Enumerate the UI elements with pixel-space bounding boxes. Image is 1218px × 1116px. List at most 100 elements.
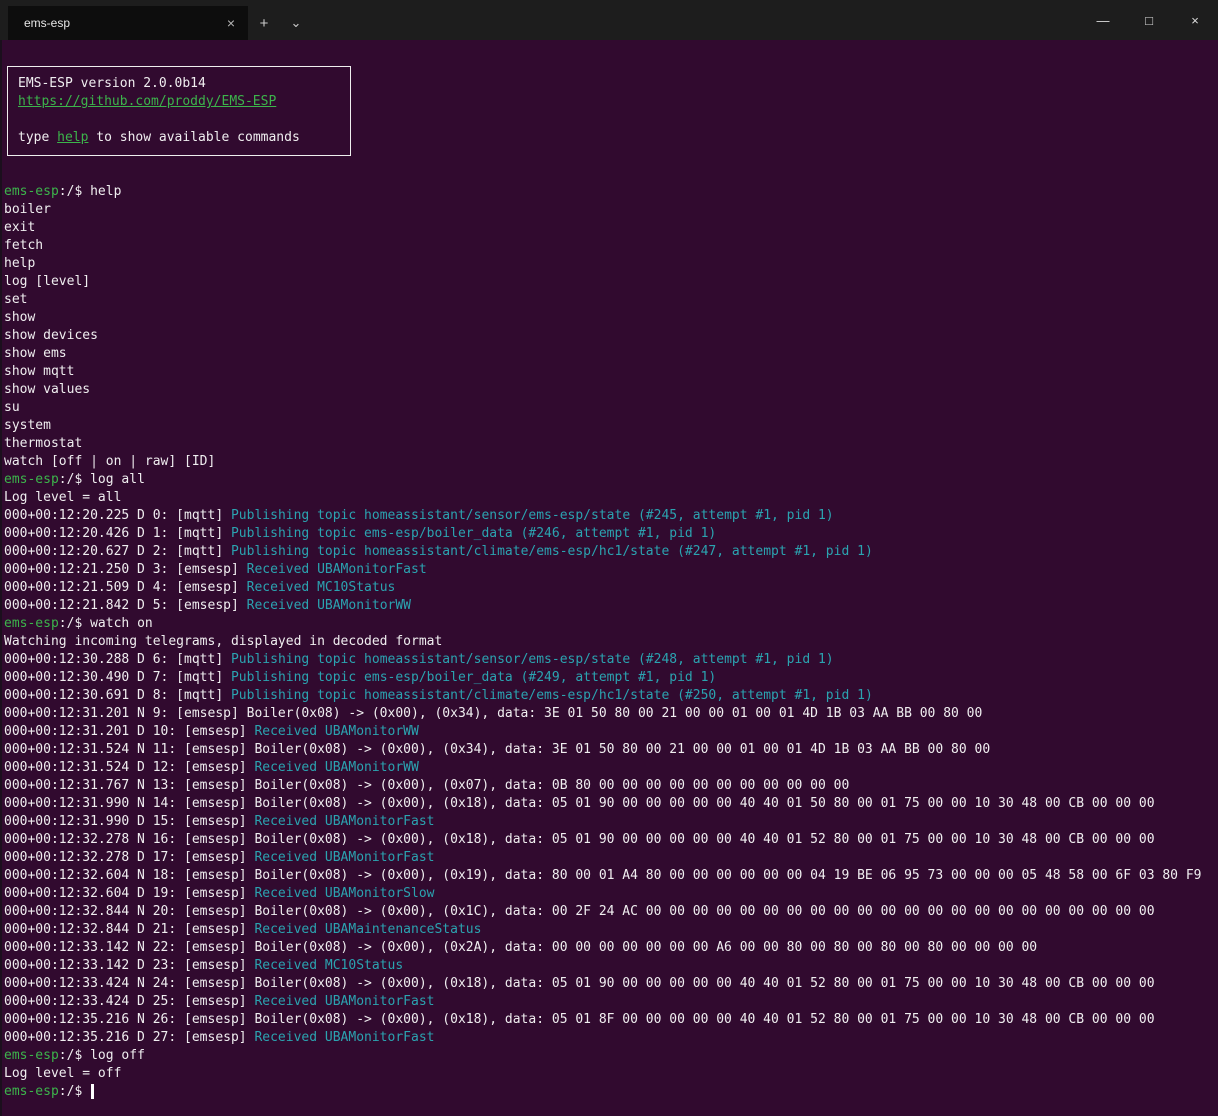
terminal-line: 000+00:12:31.201 D 10: [emsesp] Received… — [4, 723, 1218, 741]
new-tab-button[interactable]: + — [248, 6, 280, 40]
terminal-line: show mqtt — [4, 363, 1218, 381]
terminal-text-segment: 000+00:12:32.604 N 18: [emsesp] Boiler(0… — [4, 868, 1201, 883]
terminal-line: Watching incoming telegrams, displayed i… — [4, 633, 1218, 651]
terminal-screen[interactable]: EMS-ESP version 2.0.0b14 https://github.… — [0, 40, 1218, 1116]
terminal-text-segment: 000+00:12:32.278 N 16: [emsesp] Boiler(0… — [4, 832, 1155, 847]
terminal-line: 000+00:12:33.142 N 22: [emsesp] Boiler(0… — [4, 939, 1218, 957]
terminal-line: Log level = all — [4, 489, 1218, 507]
terminal-text-segment: 000+00:12:21.509 D 4: [emsesp] — [4, 580, 247, 595]
terminal-line: show devices — [4, 327, 1218, 345]
terminal-text-segment: Received UBAMonitorFast — [247, 562, 427, 577]
terminal-text-segment: set — [4, 292, 27, 307]
terminal-line: 000+00:12:31.990 D 15: [emsesp] Received… — [4, 813, 1218, 831]
terminal-text-segment: 000+00:12:31.201 N 9: [emsesp] Boiler(0x… — [4, 706, 982, 721]
terminal-line: show ems — [4, 345, 1218, 363]
minimize-icon: — — [1097, 13, 1110, 28]
terminal-line: 000+00:12:20.627 D 2: [mqtt] Publishing … — [4, 543, 1218, 561]
terminal-text-segment: show mqtt — [4, 364, 74, 379]
terminal-line: thermostat — [4, 435, 1218, 453]
terminal-text-segment: :/$ log off — [59, 1048, 145, 1063]
terminal-text-segment: 000+00:12:21.842 D 5: [emsesp] — [4, 598, 247, 613]
terminal-line: 000+00:12:31.990 N 14: [emsesp] Boiler(0… — [4, 795, 1218, 813]
terminal-text-segment: watch [off | on | raw] [ID] — [4, 454, 215, 469]
terminal-text-segment: 000+00:12:30.691 D 8: [mqtt] — [4, 688, 231, 703]
terminal-text-segment: boiler — [4, 202, 51, 217]
terminal-line: watch [off | on | raw] [ID] — [4, 453, 1218, 471]
terminal-line: 000+00:12:20.225 D 0: [mqtt] Publishing … — [4, 507, 1218, 525]
terminal-text-segment: Received UBAMonitorFast — [254, 850, 434, 865]
terminal-line: 000+00:12:20.426 D 1: [mqtt] Publishing … — [4, 525, 1218, 543]
terminal-line: 000+00:12:32.844 N 20: [emsesp] Boiler(0… — [4, 903, 1218, 921]
terminal-line: 000+00:12:31.201 N 9: [emsesp] Boiler(0x… — [4, 705, 1218, 723]
terminal-text-segment: 000+00:12:32.844 N 20: [emsesp] Boiler(0… — [4, 904, 1155, 919]
terminal-text-segment: log [level] — [4, 274, 90, 289]
terminal-line: boiler — [4, 201, 1218, 219]
terminal-text-segment: :/$ help — [59, 184, 122, 199]
terminal-text-segment: show values — [4, 382, 90, 397]
terminal-text-segment: :/$ log all — [59, 472, 145, 487]
terminal-text-segment: fetch — [4, 238, 43, 253]
terminal-text-segment: help — [4, 256, 35, 271]
terminal-text-segment: system — [4, 418, 51, 433]
terminal-line: 000+00:12:32.604 D 19: [emsesp] Received… — [4, 885, 1218, 903]
terminal-line: 000+00:12:31.524 N 11: [emsesp] Boiler(0… — [4, 741, 1218, 759]
terminal-line: 000+00:12:35.216 N 26: [emsesp] Boiler(0… — [4, 1011, 1218, 1029]
terminal-text-segment: 000+00:12:31.524 N 11: [emsesp] Boiler(0… — [4, 742, 990, 757]
terminal-line: 000+00:12:33.142 D 23: [emsesp] Received… — [4, 957, 1218, 975]
terminal-text-segment: 000+00:12:31.524 D 12: [emsesp] — [4, 760, 254, 775]
terminal-text-segment: Received UBAMonitorSlow — [254, 886, 434, 901]
tab-close-icon[interactable]: × — [220, 12, 242, 34]
terminal-text-segment: Received MC10Status — [254, 958, 403, 973]
terminal-line: 000+00:12:30.691 D 8: [mqtt] Publishing … — [4, 687, 1218, 705]
terminal-line: 000+00:12:33.424 D 25: [emsesp] Received… — [4, 993, 1218, 1011]
terminal-text-segment: 000+00:12:35.216 N 26: [emsesp] Boiler(0… — [4, 1012, 1155, 1027]
terminal-line: Log level = off — [4, 1065, 1218, 1083]
terminal-text-segment: Received UBAMonitorWW — [247, 598, 411, 613]
close-button[interactable]: × — [1172, 0, 1218, 40]
tab-title: ems-esp — [24, 16, 220, 30]
terminal-text-segment: Received UBAMonitorFast — [254, 814, 434, 829]
terminal-text-segment: ems-esp — [4, 616, 59, 631]
minimize-button[interactable]: — — [1080, 0, 1126, 40]
terminal-line: 000+00:12:30.490 D 7: [mqtt] Publishing … — [4, 669, 1218, 687]
terminal-line: log [level] — [4, 273, 1218, 291]
terminal-text-segment: thermostat — [4, 436, 82, 451]
text-cursor — [91, 1084, 94, 1099]
terminal-line: 000+00:12:32.278 D 17: [emsesp] Received… — [4, 849, 1218, 867]
terminal-text-segment: 000+00:12:33.142 N 22: [emsesp] Boiler(0… — [4, 940, 1037, 955]
terminal-text-segment: 000+00:12:20.426 D 1: [mqtt] — [4, 526, 231, 541]
terminal-text-segment: Log level = all — [4, 490, 121, 505]
terminal-line: ems-esp:/$ watch on — [4, 615, 1218, 633]
terminal-text-segment: ems-esp — [4, 1084, 59, 1099]
terminal-text-segment: 000+00:12:35.216 D 27: [emsesp] — [4, 1030, 254, 1045]
terminal-line: fetch — [4, 237, 1218, 255]
terminal-text-segment: Watching incoming telegrams, displayed i… — [4, 634, 442, 649]
banner-version: EMS-ESP version 2.0.0b14 — [18, 75, 340, 93]
tab-dropdown-button[interactable]: ⌄ — [280, 6, 312, 40]
banner-blank-line — [18, 111, 340, 129]
terminal-text-segment: show — [4, 310, 35, 325]
terminal-text-segment: 000+00:12:31.201 D 10: [emsesp] — [4, 724, 254, 739]
maximize-button[interactable]: □ — [1126, 0, 1172, 40]
tab-ems-esp[interactable]: ems-esp × — [8, 6, 248, 40]
terminal-text-segment: exit — [4, 220, 35, 235]
terminal-line: su — [4, 399, 1218, 417]
terminal-line: 000+00:12:31.767 N 13: [emsesp] Boiler(0… — [4, 777, 1218, 795]
close-icon: × — [1191, 13, 1199, 28]
terminal-line: system — [4, 417, 1218, 435]
banner-box: EMS-ESP version 2.0.0b14 https://github.… — [7, 66, 351, 156]
banner-help-post: to show available commands — [88, 130, 299, 145]
terminal-line: ems-esp:/$ — [4, 1083, 1218, 1101]
terminal-line: 000+00:12:32.844 D 21: [emsesp] Received… — [4, 921, 1218, 939]
terminal-text-segment: su — [4, 400, 20, 415]
terminal-text-segment: 000+00:12:30.288 D 6: [mqtt] — [4, 652, 231, 667]
terminal-text-segment: 000+00:12:32.604 D 19: [emsesp] — [4, 886, 254, 901]
terminal-text-segment: Publishing topic homeassistant/climate/e… — [231, 544, 873, 559]
terminal-text-segment: show devices — [4, 328, 98, 343]
terminal-text-segment: Publishing topic homeassistant/sensor/em… — [231, 652, 834, 667]
terminal-text-segment: Received UBAMonitorWW — [254, 724, 418, 739]
terminal-line: ems-esp:/$ log all — [4, 471, 1218, 489]
terminal-text-segment: ems-esp — [4, 1048, 59, 1063]
terminal-text-segment: Received UBAMonitorWW — [254, 760, 418, 775]
github-link[interactable]: https://github.com/proddy/EMS-ESP — [18, 94, 276, 109]
